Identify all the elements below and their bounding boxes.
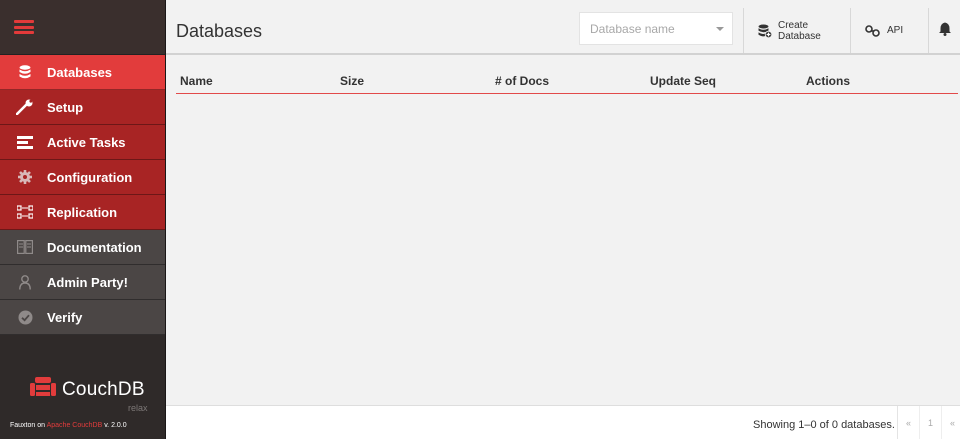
- database-icon: [15, 63, 35, 81]
- databases-table-header: Name Size # of Docs Update Seq Actions: [176, 66, 958, 94]
- sidebar-item-label: Admin Party!: [47, 274, 128, 290]
- database-add-icon: [758, 24, 772, 38]
- couchdb-link[interactable]: Apache CouchDB: [47, 422, 103, 429]
- sidebar-item-databases[interactable]: Databases: [0, 55, 165, 90]
- sidebar: Databases Setup Active Tasks Configurati…: [0, 0, 166, 439]
- pager-page-1[interactable]: 1: [920, 406, 942, 439]
- sidebar-item-configuration[interactable]: Configuration: [0, 160, 165, 195]
- brand-footer: Fauxton on Apache CouchDB v. 2.0.0: [10, 422, 127, 429]
- sidebar-item-documentation[interactable]: Documentation: [0, 230, 165, 265]
- user-icon: [15, 273, 35, 291]
- brand-footer-version: v. 2.0.0: [102, 422, 127, 429]
- column-header-update-seq[interactable]: Update Seq: [650, 74, 716, 88]
- gear-icon: [15, 168, 35, 186]
- check-circle-icon: [15, 308, 35, 326]
- column-header-size[interactable]: Size: [340, 74, 364, 88]
- page-title: Databases: [176, 21, 263, 41]
- sidebar-item-setup[interactable]: Setup: [0, 90, 165, 125]
- link-icon: [865, 24, 881, 37]
- notifications-button[interactable]: [928, 8, 960, 53]
- sidebar-item-admin-party[interactable]: Admin Party!: [0, 265, 165, 300]
- sidebar-item-label: Documentation: [47, 239, 142, 255]
- wrench-icon: [15, 98, 35, 116]
- couchdb-brand: CouchDB relax Fauxton on Apache CouchDB …: [0, 373, 166, 439]
- page-header: Databases Create Database API: [166, 8, 960, 55]
- sidebar-item-label: Replication: [47, 204, 118, 220]
- brand-logo[interactable]: CouchDB: [30, 377, 145, 402]
- replication-icon: [15, 203, 35, 221]
- bell-icon: [938, 22, 951, 39]
- book-icon: [15, 238, 35, 256]
- api-button[interactable]: API: [850, 8, 928, 53]
- showing-count: Showing 1–0 of 0 databases.: [753, 419, 895, 431]
- tasks-icon: [15, 133, 35, 151]
- sidebar-item-replication[interactable]: Replication: [0, 195, 165, 230]
- hamburger-menu-icon[interactable]: [14, 20, 34, 34]
- column-header-actions: Actions: [806, 74, 851, 88]
- sidebar-item-label: Active Tasks: [47, 134, 126, 150]
- sidebar-item-label: Configuration: [47, 169, 133, 185]
- sidebar-top: [0, 0, 165, 55]
- pager-prev[interactable]: «: [898, 406, 920, 439]
- sidebar-item-label: Verify: [47, 309, 83, 325]
- brand-tagline: relax: [128, 403, 148, 413]
- couch-logo-icon: [30, 377, 56, 402]
- sidebar-item-verify[interactable]: Verify: [0, 300, 165, 335]
- pager-next[interactable]: «: [942, 406, 960, 439]
- sidebar-item-label: Databases: [47, 64, 113, 80]
- pagination: « 1 «: [897, 406, 960, 439]
- create-database-label: Create Database: [778, 19, 821, 42]
- create-database-button[interactable]: Create Database: [743, 8, 850, 53]
- sidebar-item-label: Setup: [47, 99, 84, 115]
- table-footer: Showing 1–0 of 0 databases. « 1 «: [166, 405, 960, 439]
- brand-name: CouchDB: [62, 378, 145, 400]
- api-label: API: [887, 25, 904, 36]
- column-header-docs[interactable]: # of Docs: [495, 74, 549, 88]
- column-header-name[interactable]: Name: [180, 74, 213, 88]
- dropdown-caret-icon[interactable]: [716, 27, 724, 31]
- sidebar-item-active-tasks[interactable]: Active Tasks: [0, 125, 165, 160]
- brand-footer-prefix: Fauxton on: [10, 422, 47, 429]
- database-name-input[interactable]: [579, 12, 733, 45]
